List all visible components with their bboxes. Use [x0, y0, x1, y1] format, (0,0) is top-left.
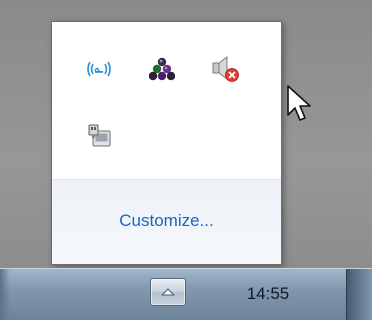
taskbar-edge — [0, 269, 10, 320]
chevron-up-icon — [161, 288, 175, 296]
tray-icon-grid — [52, 22, 281, 180]
system-clock[interactable]: 14:55 — [226, 284, 310, 304]
hardware-icon[interactable] — [83, 120, 115, 152]
show-desktop-button[interactable] — [346, 269, 372, 320]
app-tray-icon[interactable] — [146, 53, 178, 85]
volume-muted-icon[interactable] — [209, 53, 241, 85]
taskbar: 14:55 — [0, 268, 372, 320]
notification-area-overflow-flyout: Customize... — [51, 21, 282, 265]
flyout-footer: Customize... — [52, 179, 281, 264]
network-icon[interactable] — [83, 53, 115, 85]
show-hidden-icons-button[interactable] — [150, 278, 186, 306]
mouse-cursor-icon — [287, 85, 311, 121]
customize-link[interactable]: Customize... — [52, 211, 281, 231]
